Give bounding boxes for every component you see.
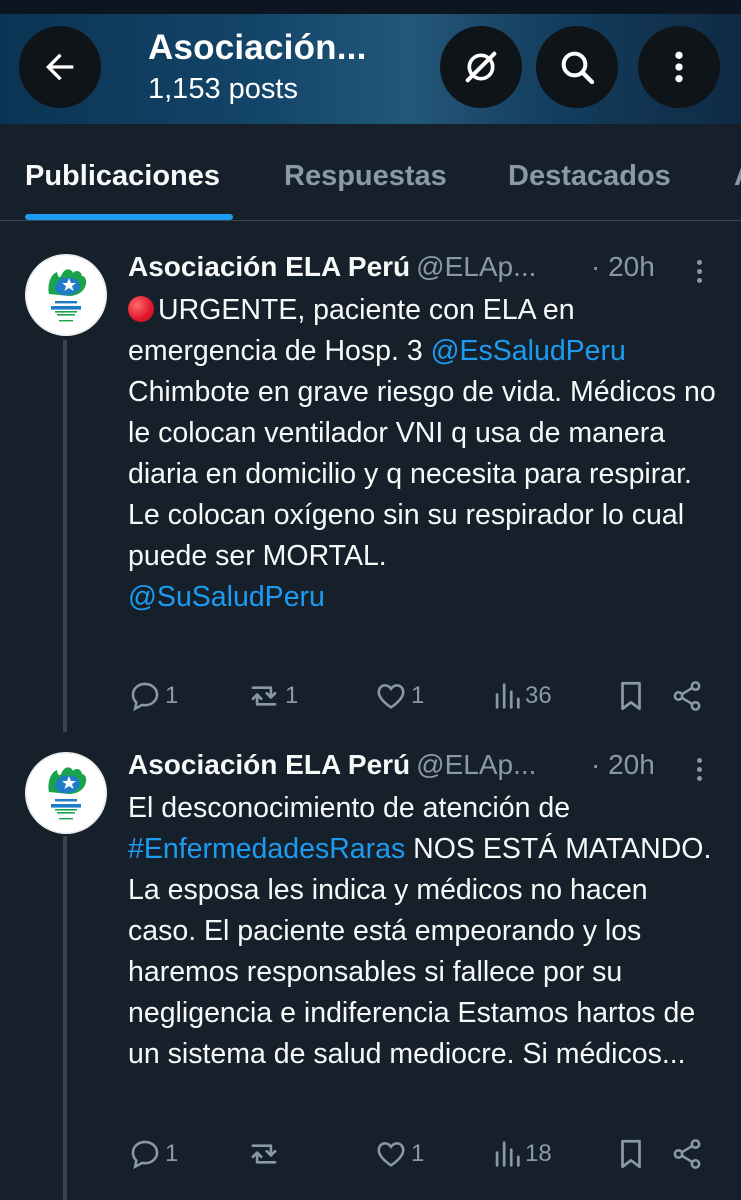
reply-count: 1 — [165, 1140, 179, 1167]
ela-peru-logo-icon — [25, 752, 107, 834]
active-tab-indicator — [25, 214, 233, 220]
hashtag-link[interactable]: #EnfermedadesRaras — [128, 833, 405, 865]
view-count: 36 — [525, 682, 552, 709]
share-button[interactable] — [670, 676, 704, 716]
post-time[interactable]: · 20h — [591, 748, 655, 782]
post-item[interactable]: Asociación ELA Perú @ELAp... · 20h El des… — [0, 728, 741, 1200]
post-header: Asociación ELA Perú @ELAp... — [128, 250, 536, 284]
bookmark-icon — [621, 681, 641, 711]
reply-button[interactable]: 1 — [128, 1134, 178, 1174]
author-name[interactable]: Asociación ELA Perú — [128, 749, 410, 780]
grok-icon — [465, 51, 497, 83]
avatar[interactable] — [25, 752, 107, 834]
profile-header: Asociación... 1,153 posts — [0, 0, 741, 124]
views-chart-icon — [495, 683, 520, 709]
author-handle[interactable]: @ELAp... — [416, 251, 536, 282]
post-text-part: El desconocimiento de atención de — [128, 792, 571, 824]
back-button[interactable] — [19, 26, 101, 108]
share-icon — [673, 681, 701, 711]
post-time[interactable]: · 20h — [591, 250, 655, 284]
reply-icon — [131, 682, 159, 712]
share-button[interactable] — [670, 1134, 704, 1174]
reply-count: 1 — [165, 682, 179, 709]
search-button[interactable] — [536, 26, 618, 108]
more-button[interactable] — [638, 26, 720, 108]
post-item[interactable]: Asociación ELA Perú @ELAp... · 20h URGENT… — [0, 230, 741, 730]
reply-icon — [131, 1140, 159, 1170]
repost-icon — [251, 686, 277, 706]
mention-link[interactable]: @SuSaludPeru — [128, 581, 325, 613]
heart-icon — [377, 1142, 405, 1167]
like-button[interactable]: 1 — [374, 676, 424, 716]
post-actions: 1 1 18 — [128, 1134, 708, 1174]
bookmark-icon — [621, 1139, 641, 1169]
tab-destacados[interactable]: Destacados — [508, 160, 671, 193]
mention-link[interactable]: @EsSaludPeru — [431, 335, 626, 367]
heart-icon — [377, 684, 405, 709]
author-name[interactable]: Asociación ELA Perú — [128, 251, 410, 282]
post-more-button[interactable] — [692, 256, 706, 290]
post-text: URGENTE, paciente con ELA en emergencia … — [128, 290, 728, 618]
repost-icon — [251, 1144, 277, 1164]
post-more-button[interactable] — [692, 754, 706, 788]
post-count: 1,153 posts — [148, 73, 298, 105]
header-title-block: Asociación... 1,153 posts — [148, 26, 367, 107]
more-vertical-icon — [675, 51, 683, 83]
ela-peru-logo-icon — [25, 254, 107, 336]
reply-button[interactable]: 1 — [128, 676, 178, 716]
tab-publicaciones[interactable]: Publicaciones — [25, 160, 220, 193]
post-text-part: Chimbote en grave riesgo de vida. Médico… — [128, 376, 716, 572]
back-arrow-icon — [46, 53, 74, 81]
tab-respuestas[interactable]: Respuestas — [284, 160, 447, 193]
avatar[interactable] — [25, 254, 107, 336]
profile-tabs: Publicaciones Respuestas Destacados A — [0, 124, 741, 221]
like-count: 1 — [411, 682, 425, 709]
author-handle[interactable]: @ELAp... — [416, 749, 536, 780]
page-title: Asociación... — [148, 28, 367, 67]
search-icon — [561, 51, 595, 85]
repost-count: 1 — [285, 682, 299, 709]
views-button[interactable]: 36 — [492, 676, 552, 716]
bookmark-button[interactable] — [616, 1134, 646, 1174]
grok-button[interactable] — [440, 26, 522, 108]
views-chart-icon — [495, 1141, 520, 1167]
views-button[interactable]: 18 — [492, 1134, 552, 1174]
repost-button[interactable] — [246, 1134, 285, 1174]
share-icon — [673, 1139, 701, 1169]
bookmark-button[interactable] — [616, 676, 646, 716]
view-count: 18 — [525, 1140, 552, 1167]
post-text-part: NOS ESTÁ MATANDO. La esposa les indica y… — [128, 833, 712, 1070]
tab-more[interactable]: A — [734, 160, 741, 193]
like-button[interactable]: 1 — [374, 1134, 424, 1174]
repost-button[interactable]: 1 — [246, 676, 298, 716]
like-count: 1 — [411, 1140, 425, 1167]
post-actions: 1 1 1 36 — [128, 676, 708, 716]
post-header: Asociación ELA Perú @ELAp... — [128, 748, 536, 782]
post-text: El desconocimiento de atención de #Enfer… — [128, 788, 718, 1075]
red-circle-emoji-icon — [128, 296, 154, 322]
